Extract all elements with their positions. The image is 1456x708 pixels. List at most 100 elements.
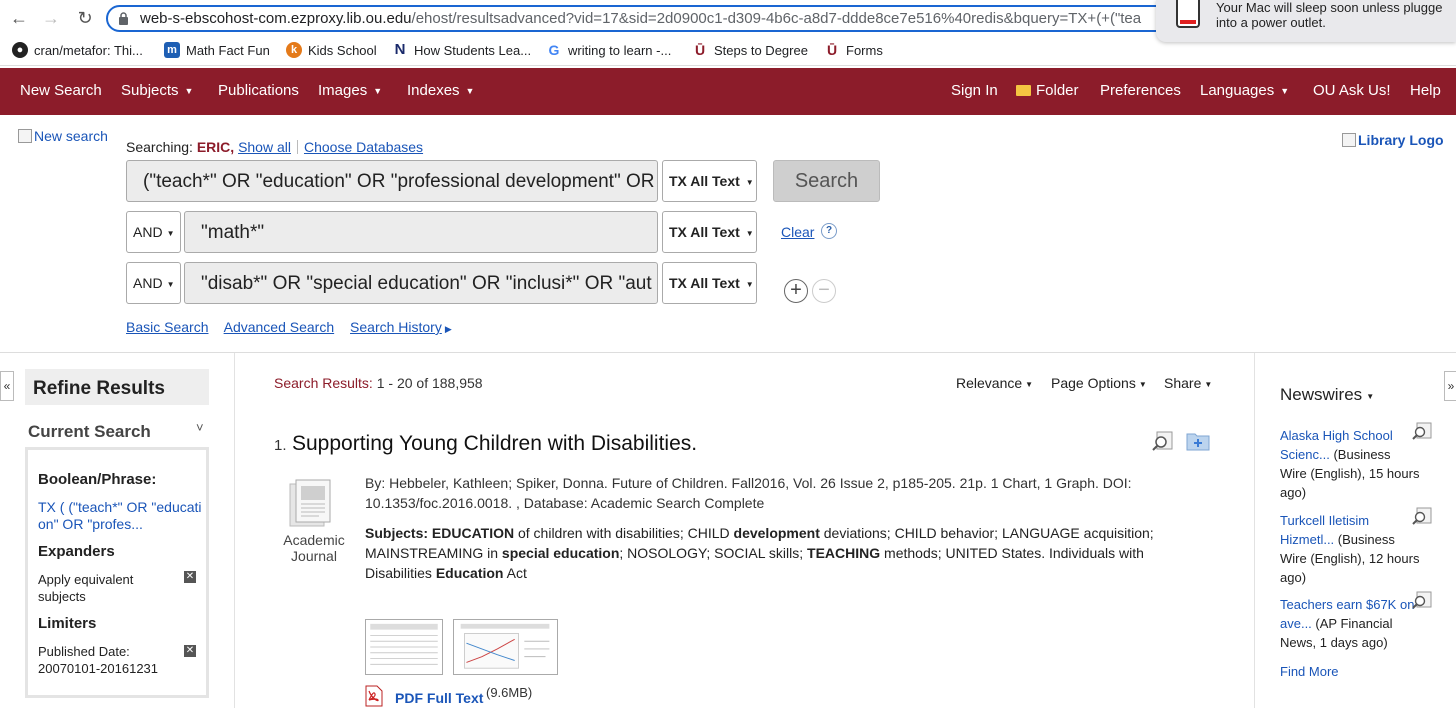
bookmark-how-students[interactable]: N How Students Lea... bbox=[392, 42, 531, 58]
sleep-notification[interactable]: Your Mac will sleep soon unless plugge in… bbox=[1156, 0, 1456, 42]
limiters-label: Limiters bbox=[38, 615, 97, 632]
pdf-full-text-link[interactable]: PDF Full Text bbox=[395, 690, 483, 706]
field-select-1[interactable]: TX All Text ▼ bbox=[662, 160, 757, 202]
column-divider bbox=[234, 353, 235, 708]
result-title-link[interactable]: Supporting Young Children with Disabilit… bbox=[292, 432, 697, 456]
newswires-menu[interactable]: Newswires ▼ bbox=[1280, 385, 1374, 405]
basic-search-link[interactable]: Basic Search bbox=[126, 319, 208, 335]
subject-term-part: TEACHING bbox=[807, 545, 881, 561]
subject-terms: EDUCATION of children with disabilities;… bbox=[365, 525, 1154, 581]
bookmark-math-fact-fun[interactable]: m Math Fact Fun bbox=[164, 42, 270, 58]
subject-term-part: EDUCATION bbox=[428, 525, 515, 541]
advanced-search-link[interactable]: Advanced Search bbox=[224, 319, 335, 335]
collapse-right-icon[interactable]: » bbox=[1444, 371, 1456, 401]
n-logo-icon: N bbox=[392, 42, 408, 58]
clear-link[interactable]: Clear bbox=[781, 224, 814, 240]
bookmark-writing-to-learn[interactable]: Gwriting to learn -... bbox=[546, 42, 671, 58]
subject-term-part: of children with disabilities; CHILD bbox=[514, 525, 734, 541]
boolean-phrase-value[interactable]: TX ( ("teach*" OR "educati on" OR "profes… bbox=[38, 499, 202, 533]
ask-us-link[interactable]: OU Ask Us! bbox=[1313, 82, 1391, 99]
chevron-down-icon[interactable]: ˅ bbox=[196, 420, 204, 435]
bool-select-2[interactable]: AND ▼ bbox=[126, 211, 181, 253]
caret-down-icon: ▼ bbox=[166, 229, 175, 238]
reload-icon[interactable]: ↻ bbox=[74, 7, 96, 29]
kids-school-icon: k bbox=[286, 42, 302, 58]
preferences-link[interactable]: Preferences bbox=[1100, 82, 1181, 99]
triangle-right-icon: ▶ bbox=[444, 324, 452, 334]
subject-term-part: ; NOSOLOGY; SOCIAL skills; bbox=[619, 545, 808, 561]
ou-logo-icon: Ū bbox=[824, 42, 840, 58]
caret-down-icon: ▼ bbox=[1204, 380, 1213, 389]
news-item: Alaska High School Scienc... (Business Wir… bbox=[1280, 428, 1420, 500]
forward-arrow-icon[interactable]: → bbox=[40, 7, 62, 29]
search-input-3[interactable]: "disab*" OR "special education" OR "incl… bbox=[184, 262, 658, 304]
limiter-value: Published Date: 20070101-20161231 bbox=[38, 644, 159, 676]
address-bar[interactable]: web-s-ebscohost-com.ezproxy.lib.ou.edu/e… bbox=[106, 5, 1186, 32]
field-select-3[interactable]: TX All Text ▼ bbox=[662, 262, 757, 304]
preview-magnifier-icon[interactable] bbox=[1152, 431, 1174, 451]
bool-select-3[interactable]: AND ▼ bbox=[126, 262, 181, 304]
news-preview-magnifier-icon[interactable] bbox=[1412, 591, 1432, 609]
remove-row-minus-icon[interactable]: − bbox=[812, 279, 836, 303]
field-select-2[interactable]: TX All Text ▼ bbox=[662, 211, 757, 253]
current-search-heading[interactable]: Current Search bbox=[28, 422, 151, 442]
subject-term-part: Education bbox=[435, 565, 504, 581]
search-sublinks: Basic Search Advanced Search Search Hist… bbox=[126, 319, 464, 335]
collapse-left-icon[interactable]: « bbox=[0, 371, 14, 401]
caret-down-icon: ▼ bbox=[745, 229, 754, 238]
news-preview-magnifier-icon[interactable] bbox=[1412, 507, 1432, 525]
show-all-link[interactable]: Show all bbox=[238, 139, 291, 155]
find-more-link[interactable]: Find More bbox=[1280, 664, 1339, 679]
result-number: 1. bbox=[274, 437, 287, 454]
add-to-folder-icon[interactable] bbox=[1186, 431, 1210, 451]
section-divider bbox=[0, 352, 1456, 353]
folder-icon bbox=[1016, 85, 1031, 96]
caret-down-icon: ▼ bbox=[1138, 380, 1147, 389]
lock-icon bbox=[119, 12, 128, 25]
choose-databases-link[interactable]: Choose Databases bbox=[304, 139, 423, 155]
url-host: web-s-ebscohost-com.ezproxy.lib.ou.edu bbox=[140, 10, 412, 27]
table-thumbnail-image[interactable] bbox=[365, 619, 443, 675]
sort-relevance-menu[interactable]: Relevance ▼ bbox=[956, 375, 1033, 391]
help-link[interactable]: Help bbox=[1410, 82, 1441, 99]
search-input-1[interactable]: ("teach*" OR "education" OR "professiona… bbox=[126, 160, 658, 202]
column-divider bbox=[1254, 353, 1255, 708]
remove-limiter-icon[interactable]: ✕ bbox=[184, 645, 196, 657]
search-history-link[interactable]: Search History ▶ bbox=[350, 319, 452, 335]
new-search-link[interactable]: New Search bbox=[20, 82, 102, 99]
new-search-image[interactable]: New search bbox=[18, 128, 108, 144]
share-menu[interactable]: Share ▼ bbox=[1164, 375, 1212, 391]
search-button[interactable]: Search bbox=[773, 160, 880, 202]
bookmark-forms[interactable]: Ū Forms bbox=[824, 42, 883, 58]
images-menu[interactable]: Images ▼ bbox=[318, 82, 382, 99]
graph-thumbnail-image[interactable] bbox=[453, 619, 558, 675]
news-preview-magnifier-icon[interactable] bbox=[1412, 422, 1432, 440]
pdf-icon[interactable] bbox=[364, 685, 384, 707]
caret-down-icon: ▼ bbox=[184, 86, 194, 96]
expanders-label: Expanders bbox=[38, 543, 115, 560]
google-icon: G bbox=[546, 42, 562, 58]
bookmark-metafor[interactable]: ● cran/metafor: Thi... bbox=[12, 42, 143, 58]
page-options-menu[interactable]: Page Options ▼ bbox=[1051, 375, 1147, 391]
bookmark-steps-to-degree[interactable]: Ū Steps to Degree bbox=[692, 42, 808, 58]
folder-link[interactable]: Folder bbox=[1016, 82, 1079, 99]
publications-link[interactable]: Publications bbox=[218, 82, 299, 99]
back-arrow-icon[interactable]: ← bbox=[8, 7, 30, 29]
search-input-2[interactable]: "math*" bbox=[184, 211, 658, 253]
caret-down-icon: ▼ bbox=[1366, 392, 1375, 401]
remove-expander-icon[interactable]: ✕ bbox=[184, 571, 196, 583]
indexes-menu[interactable]: Indexes ▼ bbox=[407, 82, 474, 99]
result-subjects: Subjects: EDUCATION of children with dis… bbox=[365, 525, 1154, 581]
help-icon[interactable]: ? bbox=[821, 223, 837, 239]
sign-in-link[interactable]: Sign In bbox=[951, 82, 998, 99]
url-path: /ehost/resultsadvanced?vid=17&sid=2d0900… bbox=[411, 10, 1142, 27]
subjects-menu[interactable]: Subjects ▼ bbox=[121, 82, 193, 99]
languages-menu[interactable]: Languages ▼ bbox=[1200, 82, 1289, 99]
caret-down-icon: ▼ bbox=[745, 280, 754, 289]
ebsco-toolbar: New Search Subjects ▼ Publications Images… bbox=[0, 68, 1456, 115]
library-logo[interactable]: Library Logo bbox=[1342, 132, 1444, 148]
boolean-phrase-label: Boolean/Phrase: bbox=[38, 471, 157, 488]
add-row-plus-icon[interactable]: + bbox=[784, 279, 808, 303]
academic-journal-icon bbox=[289, 479, 331, 527]
bookmark-kids-school[interactable]: k Kids School bbox=[286, 42, 377, 58]
